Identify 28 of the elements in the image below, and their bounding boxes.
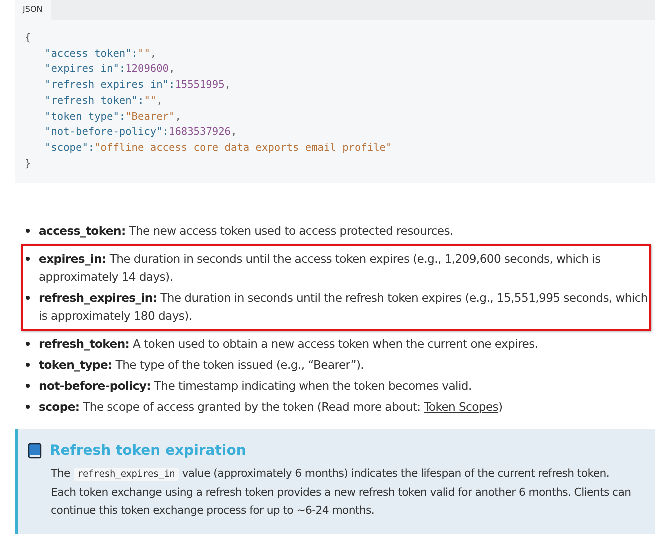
code-line: "scope":"offline_access core_data exports email profile"	[44, 140, 392, 156]
code-tab[interactable]: JSON	[15, 0, 51, 20]
field-description: access_token: The new access token used to access protected resources.	[39, 223, 454, 240]
code-line: }	[25, 156, 32, 172]
callout-text: The refresh_expires_in value (approximately 6 months) indicates the lifespan of the current refresh token. Each token exchange using a refresh token provides a new refresh token valid for another 6 months. Clients can continue this token exchange process for up to ~6-24 months.	[51, 466, 632, 519]
bullet	[26, 384, 30, 388]
bullet	[26, 405, 30, 409]
code-line: {	[25, 31, 32, 46]
bullet	[26, 229, 30, 233]
bullet	[26, 296, 30, 300]
code-line: "token_type":"Bearer",	[44, 110, 182, 125]
bullet	[26, 363, 30, 367]
bullet	[26, 342, 30, 346]
book-icon	[28, 443, 42, 459]
code-line: "refresh_expires_in":15551995,	[44, 78, 231, 94]
field-description: scope: The scope of access granted by the token (Read more about: Token Scopes)	[39, 399, 504, 416]
bullet	[26, 257, 30, 261]
code-line: "access_token":"",	[44, 46, 157, 62]
field-description: refresh_expires_in: The duration in seconds until the refresh token expires (e.g., 15,551,995 seconds, which is approximately 180 days).	[39, 290, 649, 325]
field-description: token_type: The type of the token issued (e.g., “Bearer”).	[39, 357, 366, 374]
code-line: "not-before-policy":1683537926,	[44, 125, 238, 140]
field-description: expires_in: The duration in seconds until the access token expires (e.g., 1,209,600 seconds, which is approximately 14 days).	[39, 251, 602, 286]
code-line: "refresh_token":"",	[44, 94, 163, 109]
field-description: not-before-policy: The timestamp indicating when the token becomes valid.	[39, 378, 473, 395]
token-scopes-link[interactable]: Token Scopes	[424, 400, 499, 414]
code-line: "expires_in":1209600,	[44, 62, 176, 78]
field-description: refresh_token: A token used to obtain a new access token when the current one expires.	[39, 336, 540, 353]
callout-title: Refresh token expiration	[50, 443, 246, 459]
